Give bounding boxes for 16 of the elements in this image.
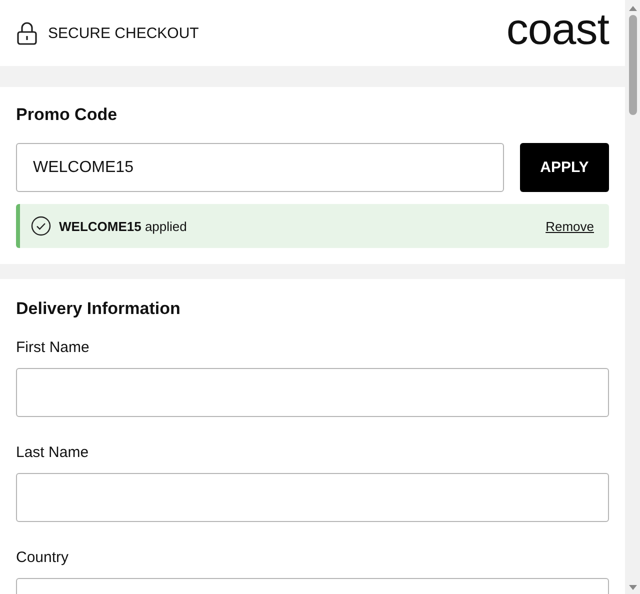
promo-applied-message: WELCOME15 applied	[59, 218, 188, 234]
section-title: Promo Code	[16, 105, 118, 125]
input-field[interactable]	[16, 368, 609, 417]
secure-checkout-label: SECURE CHECKOUT	[48, 24, 199, 42]
scrollbar[interactable]	[625, 0, 640, 594]
lock-icon	[16, 21, 38, 45]
field-label: First Name	[16, 339, 90, 356]
field-label: Last Name	[16, 444, 90, 461]
section-title: Delivery Information	[16, 299, 182, 319]
remove-link[interactable]: Remove	[546, 218, 594, 234]
input-field[interactable]	[16, 473, 609, 522]
check-circle-icon	[31, 216, 51, 236]
field-label: Country	[16, 549, 70, 566]
logo[interactable]: coast	[506, 8, 609, 52]
promo-code-field[interactable]: WELCOME15	[16, 143, 504, 192]
apply-button[interactable]: APPLY	[520, 143, 609, 192]
